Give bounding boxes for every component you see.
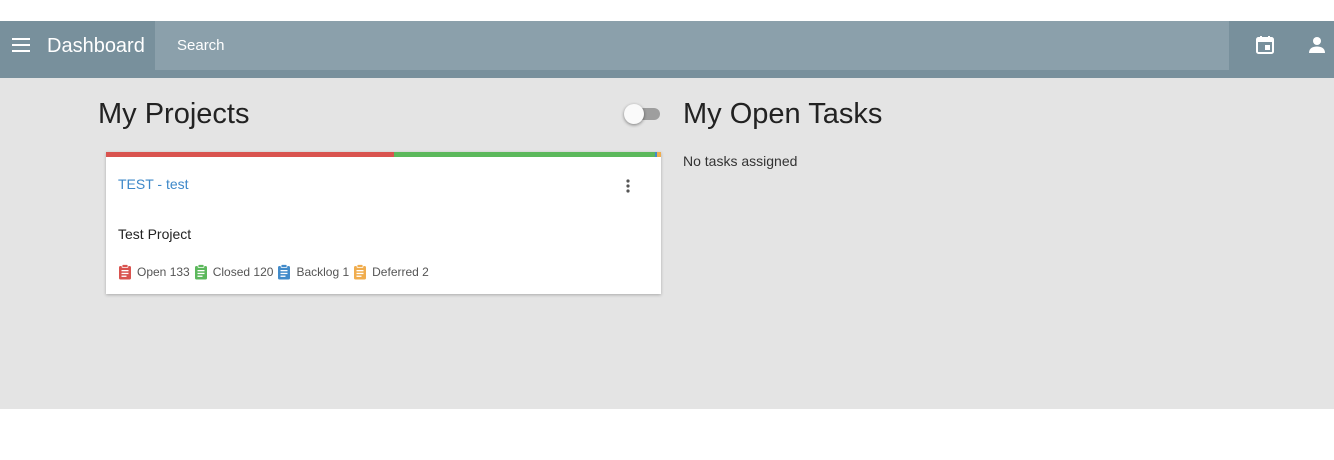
stat-closed[interactable]: Closed 120	[194, 264, 274, 280]
more-vert-icon[interactable]	[618, 176, 638, 196]
progress-segment-deferred	[656, 152, 661, 157]
progress-segment-open	[106, 152, 395, 157]
account-icon[interactable]	[1305, 33, 1329, 57]
my-open-tasks-title: My Open Tasks	[683, 98, 883, 130]
clipboard-icon	[119, 264, 131, 280]
toggle-thumb	[624, 104, 644, 124]
stat-backlog-label: Backlog 1	[296, 265, 350, 279]
no-tasks-message: No tasks assigned	[683, 153, 798, 169]
menu-icon[interactable]	[9, 33, 33, 57]
search-input[interactable]	[155, 21, 1229, 70]
project-description: Test Project	[118, 226, 192, 242]
project-progress-bar	[106, 152, 661, 157]
clipboard-icon	[278, 264, 291, 280]
stat-closed-label: Closed 120	[212, 265, 274, 279]
project-stats: Open 133 Closed 120 Backlog 1 Deferred 2	[118, 264, 433, 280]
stat-deferred-label: Deferred 2	[372, 265, 429, 279]
progress-segment-closed	[394, 152, 655, 157]
stat-deferred[interactable]: Deferred 2	[353, 264, 429, 280]
projects-toggle[interactable]	[624, 104, 660, 124]
my-projects-title: My Projects	[98, 98, 250, 130]
project-link[interactable]: TEST - test	[118, 176, 189, 192]
clipboard-icon	[194, 264, 207, 280]
top-app-bar: Dashboard	[0, 21, 1334, 78]
dashboard-content: My Projects TEST - test Test Project Ope…	[0, 78, 1334, 409]
stat-open[interactable]: Open 133	[118, 264, 190, 280]
app-title: Dashboard	[47, 35, 145, 57]
project-card: TEST - test Test Project Open 133 Closed…	[106, 152, 661, 294]
calendar-icon[interactable]	[1253, 33, 1277, 57]
search-box[interactable]	[155, 21, 1229, 70]
clipboard-icon	[354, 264, 367, 280]
stat-backlog[interactable]: Backlog 1	[277, 264, 349, 280]
stat-open-label: Open 133	[137, 265, 190, 279]
